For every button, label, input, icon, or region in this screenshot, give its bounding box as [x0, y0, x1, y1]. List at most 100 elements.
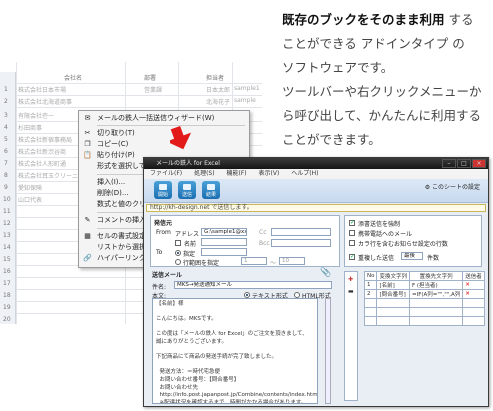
addin-window[interactable]: メールの鉄人 for Excel – □ × ファイル(F) 処理(S) 機能(… — [143, 157, 489, 407]
result-button[interactable]: 結果 — [202, 181, 220, 199]
delete-icon[interactable]: ✕ — [465, 282, 470, 288]
maximize-button[interactable]: □ — [457, 159, 471, 168]
cell-var[interactable]: [名前] — [376, 280, 410, 290]
start-button[interactable]: 開始 — [154, 181, 172, 199]
name-checkbox[interactable] — [175, 240, 181, 246]
menu-item-copy[interactable]: ❐ コピー(C) — [79, 139, 249, 150]
header-company: 会社名 — [64, 75, 83, 82]
menu-function[interactable]: 機能(F) — [226, 170, 246, 177]
close-button[interactable]: × — [472, 159, 486, 168]
range-radio[interactable] — [175, 259, 181, 265]
replace-table[interactable]: No 変換文字列 置換先文字列 送信者 1 [名前] F (担当者) ✕ 2 [… — [363, 271, 485, 326]
cell-var[interactable]: [問合番号] — [376, 289, 410, 299]
cell-replace[interactable]: =IF(A列="","",A列 — [408, 289, 464, 299]
row-number: 4 — [4, 124, 8, 131]
menu-file[interactable]: ファイル(F) — [150, 170, 182, 177]
row-number: 16 — [3, 268, 11, 275]
attach-icon[interactable]: 📎 — [320, 268, 331, 278]
menu-help[interactable]: ヘルプ(H) — [291, 170, 318, 177]
cell-sender[interactable]: ✕ — [462, 280, 485, 290]
result-label: 結果 — [205, 192, 216, 198]
header-dept: 部署 — [144, 75, 157, 82]
to-input[interactable] — [201, 248, 247, 256]
cell-email[interactable]: sample1 — [234, 85, 260, 92]
table-row[interactable]: 株式会社日本市場 営業課 日本太郎 sample1 — [16, 84, 262, 96]
cell-email[interactable]: sample — [234, 97, 256, 104]
description-line-1: ことができる アドインタイプ の — [282, 36, 465, 51]
cell-company[interactable]: 株式会社新宿事務局 — [18, 135, 72, 144]
table-row[interactable]: 1 [名前] F (担当者) ✕ — [363, 280, 485, 290]
from-label: From — [156, 229, 171, 236]
bcc-input[interactable] — [271, 239, 331, 247]
row-number: 1 — [4, 86, 8, 93]
cell-replace[interactable]: F (担当者) — [408, 280, 464, 290]
red-arrow-icon — [170, 125, 192, 150]
sheet-settings-link[interactable]: ⚙ このシートの設定 — [425, 182, 480, 191]
duplicate-label: 重複した送信 — [358, 255, 395, 262]
start-label: 開始 — [157, 192, 168, 198]
cell-sender[interactable]: ✕ — [462, 289, 485, 299]
description-line-4: ら呼び出して、かんたんに利用する — [282, 108, 482, 123]
duplicate-checkbox[interactable] — [349, 253, 355, 260]
to-radio[interactable] — [175, 250, 181, 256]
cell-company[interactable]: 株式会社北海道商事 — [18, 97, 72, 106]
subject-input[interactable]: MKS→発送通知メール — [174, 281, 332, 289]
to-label: To — [156, 249, 163, 256]
cell-person[interactable]: 日本太郎 — [206, 85, 230, 94]
cell-person[interactable]: 北海花子 — [206, 97, 230, 106]
from-address-input[interactable]: G:\sample1@xxx — [201, 228, 247, 236]
from-addr-label: アドレス — [175, 231, 200, 238]
end-row-input[interactable]: 10 — [279, 257, 305, 265]
cell-dept[interactable]: 営業課 — [144, 85, 162, 94]
col-replace: 置換先文字列 — [408, 271, 464, 281]
table-row[interactable]: 2 [問合番号] =IF(A列="","",A列 ✕ — [363, 289, 485, 299]
remove-row-icon[interactable]: ▬ — [348, 288, 354, 295]
side-button-strip[interactable]: ✚ ▬ — [344, 271, 358, 401]
minimize-button[interactable]: – — [442, 159, 456, 168]
cc-input[interactable] — [271, 228, 331, 236]
compose-heading: 送信メール — [152, 272, 183, 279]
opt3-label: カラ行を含むお知らせ設定の行数 — [358, 241, 448, 248]
cell-company[interactable]: 株式会社人形町通 — [18, 159, 66, 168]
menu-item-mail-wizard[interactable]: ✉ メールの鉄人一括送信ウィザード(W) — [79, 113, 249, 124]
row-number: 3 — [4, 112, 8, 119]
send-button[interactable]: 送信 — [178, 181, 196, 199]
to-addr-label: 指定 — [183, 251, 196, 258]
name-input[interactable] — [201, 238, 247, 246]
row-number: 15 — [3, 256, 11, 263]
info-bar: http://kh-design.net で送信します。 — [146, 204, 486, 212]
cell-company[interactable]: 有限会社壱一 — [18, 111, 54, 120]
row-number: 7 — [4, 160, 8, 167]
header-row: 会社名 部署 担当者 — [16, 72, 262, 84]
bcc-label: Bcc — [259, 240, 270, 247]
start-row-input[interactable]: 1 — [241, 257, 267, 265]
comment-icon: ✎ — [84, 216, 91, 224]
row-number: 6 — [4, 148, 8, 155]
body-textarea[interactable]: 【名前】様 こんにちは。MKSです。 この度は「メールの鉄人 for Excel… — [152, 298, 318, 404]
body-scrollbar[interactable] — [325, 298, 331, 404]
cell-company[interactable]: 杉田商事 — [18, 123, 42, 132]
menu-view[interactable]: 表示(V) — [259, 170, 280, 177]
duplicate-select[interactable]: 最後 — [401, 252, 423, 260]
menu-bar[interactable]: ファイル(F) 処理(S) 機能(F) 表示(V) ヘルプ(H) — [144, 169, 488, 179]
send-label: 送信 — [181, 192, 192, 198]
opt1-checkbox[interactable] — [349, 219, 355, 226]
menu-process[interactable]: 処理(S) — [194, 170, 215, 177]
cell-company[interactable]: 愛知保険 — [18, 183, 42, 192]
menu-label: メールの鉄人一括送信ウィザード(W) — [97, 114, 215, 122]
delete-icon[interactable]: ✕ — [465, 291, 470, 297]
cell-company[interactable]: 山口代表 — [18, 195, 42, 204]
row-number: 2 — [4, 98, 8, 105]
settings-label: このシートの設定 — [431, 184, 480, 191]
col-sender: 送信者 — [462, 271, 485, 281]
opt2-checkbox[interactable] — [349, 230, 355, 236]
table-row[interactable]: 株式会社北海道商事 北海花子 sample — [16, 96, 262, 108]
opt3-checkbox[interactable] — [349, 240, 355, 246]
cell-company[interactable]: 株式会社新渋谷商 — [18, 147, 66, 156]
menu-item-cut[interactable]: ✂ 切り取り(T) — [79, 128, 249, 139]
add-row-icon[interactable]: ✚ — [348, 276, 353, 283]
header-person: 担当者 — [206, 75, 225, 82]
row-number: 13 — [3, 232, 11, 239]
window-titlebar[interactable]: メールの鉄人 for Excel – □ × — [144, 158, 488, 169]
cell-company[interactable]: 株式会社日本市場 — [18, 85, 66, 94]
